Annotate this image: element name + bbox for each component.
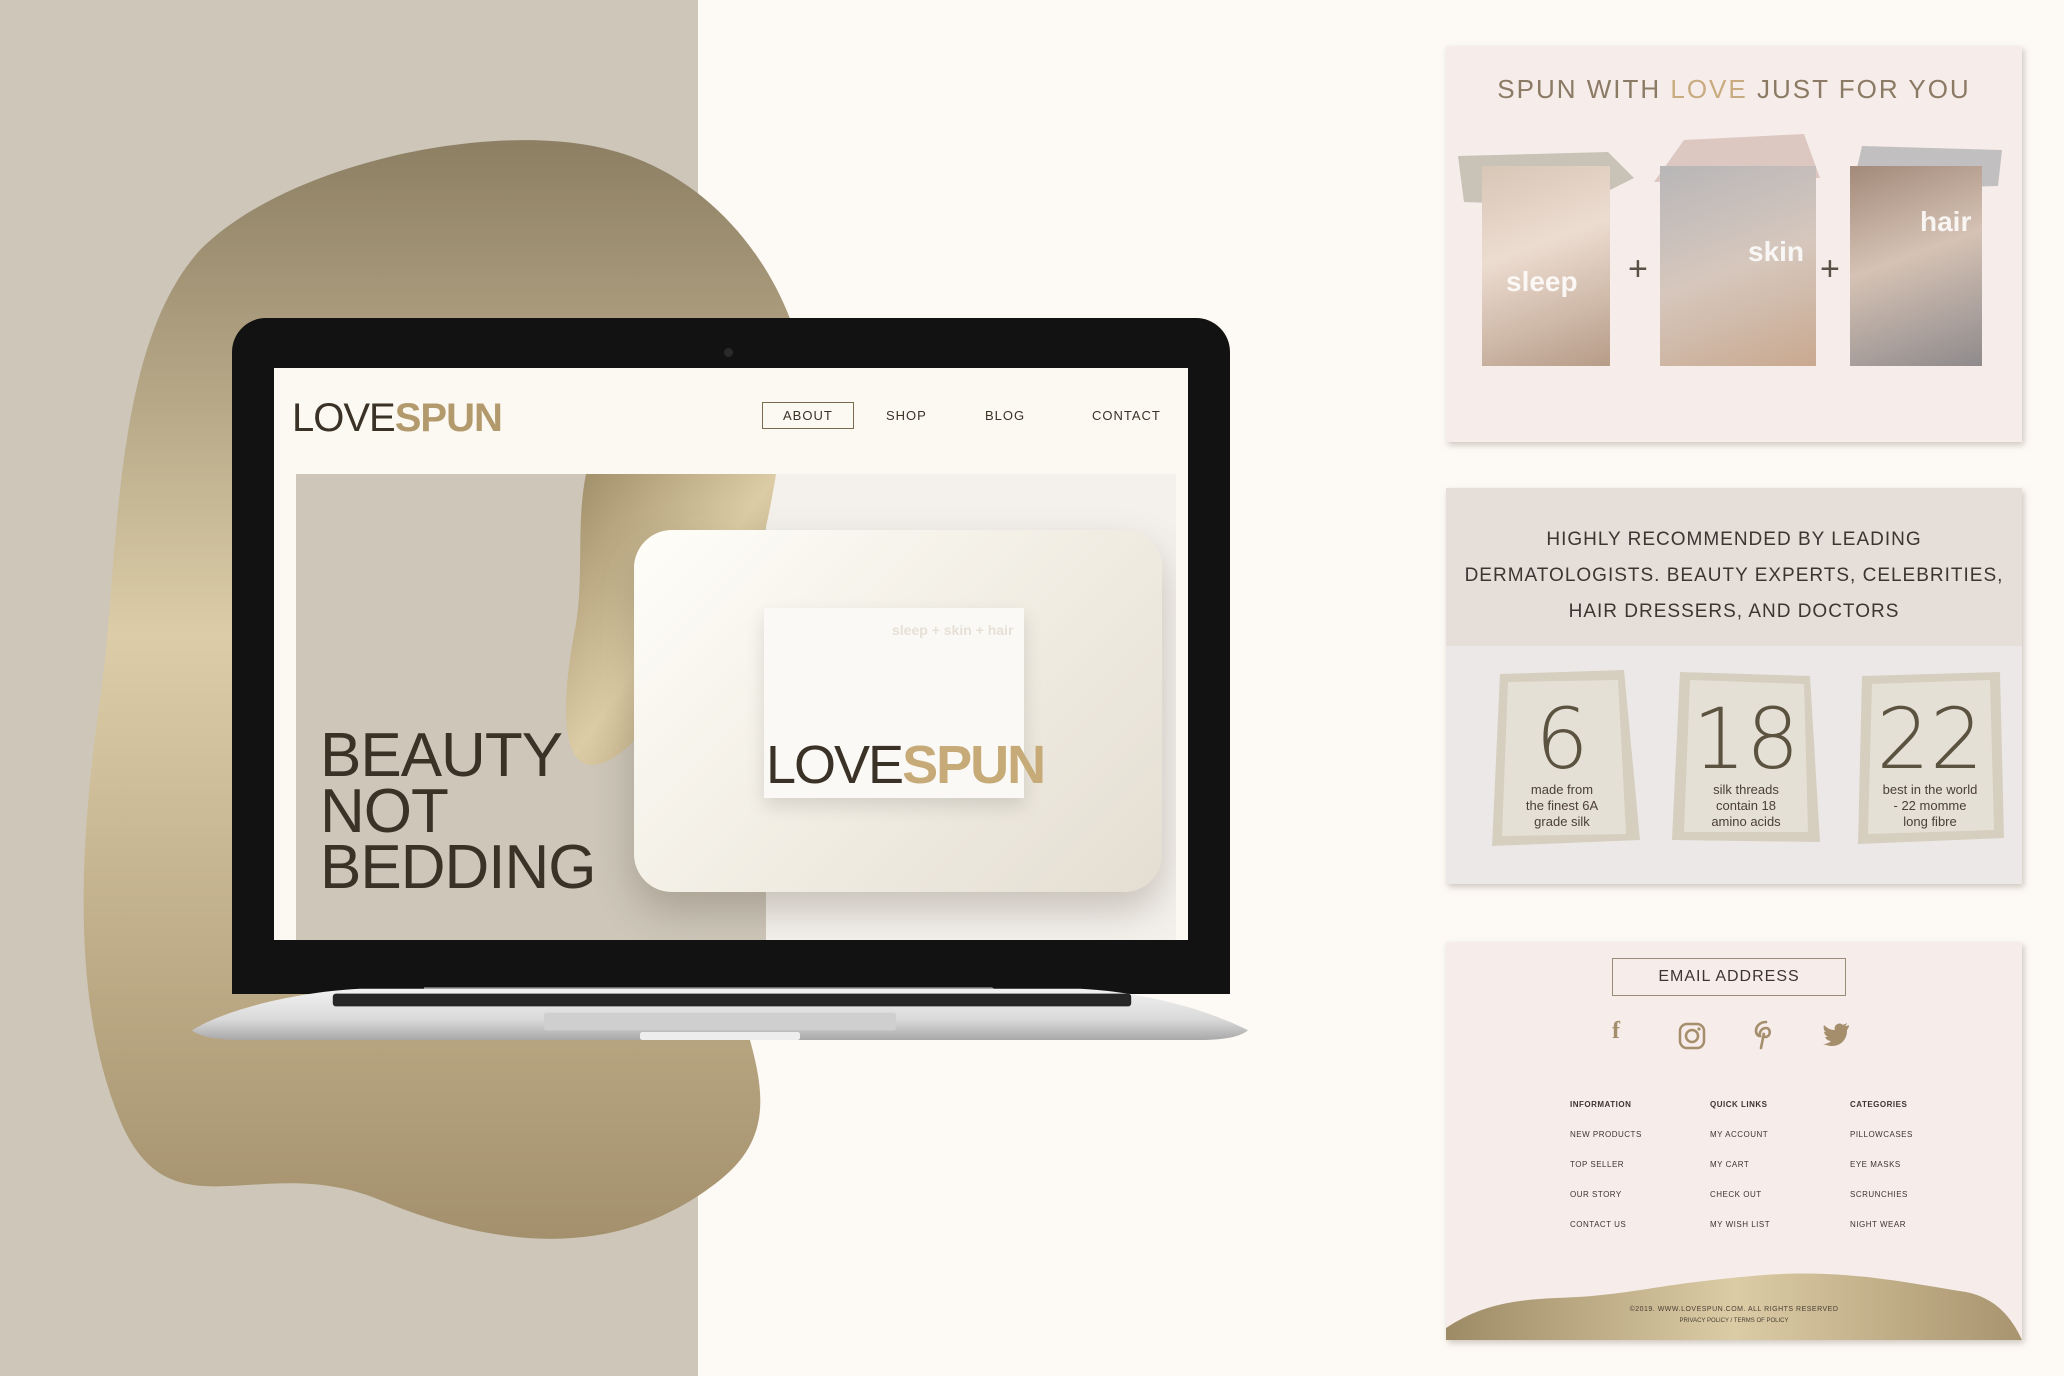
footer-link[interactable]: EYE MASKS (1850, 1160, 1901, 1169)
policy-links[interactable]: PRIVACY POLICY / TERMS OF POLICY (1446, 1318, 2022, 1324)
footer-link[interactable]: SCRUNCHIES (1850, 1190, 1908, 1199)
footer-link[interactable]: PILLOWCASES (1850, 1130, 1913, 1139)
stat-18-line-2: contain 18 (1716, 798, 1776, 813)
footer-panel: EMAIL ADDRESS f INFORMATION QUICK LINKS … (1446, 942, 2022, 1340)
footer-link[interactable]: NEW PRODUCTS (1570, 1130, 1642, 1139)
footer-link[interactable]: TOP SELLER (1570, 1160, 1624, 1169)
laptop-screen: LOVESPUN ABOUT SHOP BLOG CONTACT sleep +… (274, 368, 1188, 940)
logo-bold: SPUN (394, 396, 503, 440)
stat-number-6: 6 (1535, 690, 1589, 788)
spun-title-a: SPUN WITH (1497, 74, 1671, 104)
laptop-camera (724, 348, 733, 357)
hero-headline: BEAUTY NOT BEDDING (320, 721, 596, 902)
footer-link[interactable]: CONTACT US (1570, 1220, 1626, 1229)
nav-about[interactable]: ABOUT (762, 402, 854, 429)
footer-col-head-1: INFORMATION (1570, 1100, 1632, 1109)
tile-sleep-image: sleep (1482, 166, 1610, 366)
box-tagline: sleep + skin + hair (892, 622, 1014, 638)
nav-contact[interactable]: CONTACT (1092, 408, 1161, 423)
box-logo-light: LOVE (766, 735, 904, 795)
recommendation-line-1: HIGHLY RECOMMENDED BY LEADING (1546, 529, 1922, 550)
headline-line-1: BEAUTY (320, 721, 563, 790)
box-logo: LOVESPUN (766, 734, 1046, 796)
footer-link[interactable]: CHECK OUT (1710, 1190, 1762, 1199)
stat-card-22: 22 best in the world - 22 momme long fib… (1858, 672, 2004, 844)
logo-light: LOVE (292, 396, 396, 440)
stat-22-line-1: best in the world (1882, 782, 1978, 797)
stat-18-line-1: silk threads (1713, 782, 1779, 797)
footer-gold-wave (1446, 1273, 2022, 1340)
stat-text-18: silk threads contain 18 amino acids (1676, 782, 1816, 830)
footer-col-head-2: QUICK LINKS (1710, 1100, 1768, 1109)
nav-blog[interactable]: BLOG (985, 408, 1025, 423)
laptop-base (192, 987, 1248, 1040)
stat-22-line-3: long fibre (1903, 814, 1957, 829)
tile-hair-image: hair (1850, 166, 1982, 366)
instagram-icon[interactable] (1678, 1022, 1706, 1050)
footer-col-head-3: CATEGORIES (1850, 1100, 1908, 1109)
recommendation-line-2: DERMATOLOGISTS. BEAUTY EXPERTS, CELEBRIT… (1464, 565, 2004, 586)
stat-18-line-3: amino acids (1711, 814, 1781, 829)
spun-title: SPUN WITH LOVE JUST FOR YOU (1446, 74, 2022, 105)
headline-line-2: NOT (320, 777, 449, 846)
recommendation-panel: HIGHLY RECOMMENDED BY LEADING DERMATOLOG… (1446, 488, 2022, 884)
stat-card-18: 18 silk threads contain 18 amino acids (1672, 672, 1820, 842)
stat-number-22: 22 (1876, 690, 1984, 788)
facebook-icon[interactable]: f (1612, 1018, 1620, 1045)
recommendation-text: HIGHLY RECOMMENDED BY LEADING DERMATOLOG… (1446, 522, 2022, 630)
spun-title-love: LOVE (1670, 74, 1748, 104)
copyright-text: ©2019. WWW.LOVESPUN.COM. ALL RIGHTS RESE… (1629, 1306, 1839, 1313)
tile-skin-label: skin (1748, 236, 1805, 267)
footer-link[interactable]: MY CART (1710, 1160, 1749, 1169)
stat-text-22: best in the world - 22 momme long fibre (1860, 782, 2000, 830)
nav-shop[interactable]: SHOP (886, 408, 927, 423)
site-logo[interactable]: LOVESPUN (292, 396, 503, 441)
stat-22-line-2: - 22 momme (1893, 798, 1967, 813)
footer-link[interactable]: OUR STORY (1570, 1190, 1622, 1199)
twitter-icon[interactable] (1822, 1022, 1850, 1046)
tile-hair-label: hair (1920, 206, 1972, 237)
stat-text-6: made from the finest 6A grade silk (1492, 782, 1632, 830)
tile-sleep-label: sleep (1506, 266, 1578, 297)
spun-title-c: JUST FOR YOU (1747, 74, 1971, 104)
pinterest-icon[interactable] (1754, 1020, 1778, 1050)
stat-6-line-1: made from (1530, 782, 1594, 797)
spun-for-you-panel: SPUN WITH LOVE JUST FOR YOU sleep + skin… (1446, 46, 2022, 442)
box-logo-bold: SPUN (902, 735, 1046, 795)
email-field[interactable]: EMAIL ADDRESS (1612, 958, 1846, 996)
stat-card-6: 6 made from the finest 6A grade silk (1492, 670, 1640, 846)
hero-banner: sleep + skin + hair LOVESPUN BEAUTY NOT … (296, 474, 1176, 940)
footer-link[interactable]: MY WISH LIST (1710, 1220, 1770, 1229)
stat-6-line-2: the finest 6A (1525, 798, 1599, 813)
headline-line-3: BEDDING (320, 833, 596, 902)
plus-sign-2: + (1820, 250, 1840, 288)
stat-6-line-3: grade silk (1534, 814, 1590, 829)
stat-number-18: 18 (1692, 690, 1800, 788)
recommendation-line-3: HAIR DRESSERS, AND DOCTORS (1568, 601, 1900, 622)
product-box: sleep + skin + hair LOVESPUN (764, 608, 1046, 798)
tile-skin-image: skin (1660, 166, 1816, 366)
footer-link[interactable]: NIGHT WEAR (1850, 1220, 1906, 1229)
plus-sign-1: + (1628, 250, 1648, 288)
footer-link[interactable]: MY ACCOUNT (1710, 1130, 1768, 1139)
